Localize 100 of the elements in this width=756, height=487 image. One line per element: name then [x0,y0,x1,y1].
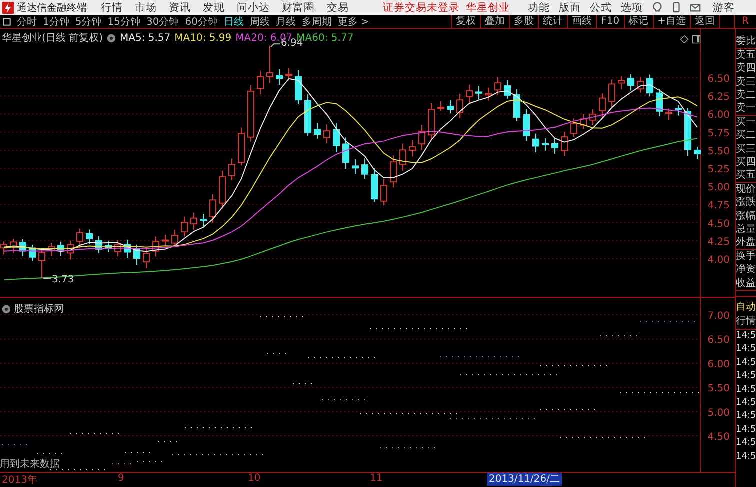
menu-item[interactable]: 交易 [327,0,349,14]
candlestick [675,104,682,116]
candlestick [523,108,530,142]
axis-label: 5.25 [708,164,730,176]
candlestick [447,100,454,114]
menu-item[interactable]: 选项 [621,0,643,14]
candlestick [105,240,112,253]
candlestick [238,127,245,166]
menu-item[interactable]: 行情 [101,0,123,14]
quote-label: 委比 [736,35,756,48]
candlestick [656,88,663,117]
panel-toggle-icon[interactable] [3,18,11,26]
candlestick [514,88,520,122]
section-label: 行情 [736,315,756,330]
axis-label: 5.00 [708,408,730,419]
candlestick [48,242,55,257]
candlestick [561,131,568,156]
quote-label: 买三 [736,142,756,156]
panel-toggle-icon[interactable] [692,35,701,44]
trade-time: 14:5 [736,330,756,343]
candlestick [637,76,644,94]
candlestick [86,229,93,245]
side-tab[interactable]: R [734,15,756,28]
date-label: 11 [370,473,383,484]
toolbar-button[interactable]: 返回 [690,15,720,28]
mail-icon[interactable] [690,2,701,13]
quote-label: 净资 [736,263,756,277]
axis-label: 5.50 [708,146,730,158]
candlestick [590,109,596,126]
phone-icon[interactable] [671,2,682,13]
candlestick [466,84,473,104]
menu-item[interactable]: 市场 [135,0,157,14]
period-tab[interactable]: 15分钟 [108,14,140,28]
toolbar-button[interactable]: 叠加 [480,15,510,28]
axis-label: 6.50 [708,335,730,346]
axis-label: 4.50 [708,432,730,443]
menu-item[interactable]: 功能 [528,0,550,14]
user-name[interactable]: 游客 [713,0,735,14]
candlestick [684,108,692,157]
diamond-icon[interactable] [680,35,689,44]
settings-icon[interactable] [2,304,11,314]
menu-item[interactable]: 版面 [559,0,581,14]
candlestick [628,74,634,92]
candlestick [390,155,397,188]
toolbar-button[interactable]: 统计 [538,15,568,28]
candlestick [67,240,74,260]
candlestick [219,170,226,210]
period-tab[interactable]: 分时 [17,14,37,28]
menu-item[interactable]: 资讯 [169,0,191,14]
toolbar-button[interactable]: 复权 [451,15,480,28]
date-label: 9 [118,473,124,484]
trade-time: 14:5 [736,424,756,437]
candlestick [0,241,8,256]
menu-item[interactable]: 公式 [590,0,612,14]
candlestick [371,168,378,203]
quote-label: 买一 [736,116,756,130]
candlestick [666,108,672,121]
candlestick [618,76,625,90]
axis-label: 4.75 [708,200,730,212]
period-tab[interactable]: 周线 [250,14,270,28]
candlestick [304,94,312,136]
quote-label: 换手 [736,250,756,264]
candlestick [286,68,292,82]
menu-item[interactable]: 发现 [203,0,225,14]
period-tab[interactable]: 多周期 [302,14,332,28]
candlestick [190,212,198,230]
toolbar-button[interactable]: 标记 [624,15,653,28]
quote-label: 外盘 [736,236,756,250]
candlestick [114,240,122,258]
candlestick [485,87,492,102]
candlestick [20,238,26,257]
candlestick [134,244,140,266]
period-tab[interactable]: 30分钟 [146,14,180,28]
more-button[interactable]: 更多 > [338,14,370,28]
trade-time: 14:5 [736,397,756,410]
candlestick [124,239,131,259]
candlestick [96,236,102,254]
toolbar-button[interactable]: 多股 [509,15,538,28]
candlestick [76,228,84,248]
period-tab[interactable]: 5分钟 [75,14,102,28]
period-tab[interactable]: 日线 [224,14,244,28]
period-tab[interactable]: 月线 [276,14,296,28]
period-tab[interactable]: 60分钟 [185,14,218,28]
candlestick [143,248,150,269]
bulb-icon[interactable] [652,2,663,13]
candlestick [276,69,283,86]
candlestick [646,74,654,98]
candlestick [400,143,406,172]
candlestick [694,146,701,160]
trade-time: 14:5 [736,356,756,370]
toolbar-button[interactable]: 画线 [567,15,596,28]
toolbar-button[interactable]: +自选 [652,15,690,28]
settings-icon[interactable] [106,34,116,42]
candlestick [38,248,46,280]
quote-label: 收益 [736,276,756,290]
candlestick [162,234,169,246]
toolbar-button[interactable]: F10 [596,15,624,28]
menu-item[interactable]: 财富圈 [282,0,315,14]
menu-item[interactable]: 问小达 [237,0,270,14]
period-tab[interactable]: 1分钟 [43,14,70,28]
